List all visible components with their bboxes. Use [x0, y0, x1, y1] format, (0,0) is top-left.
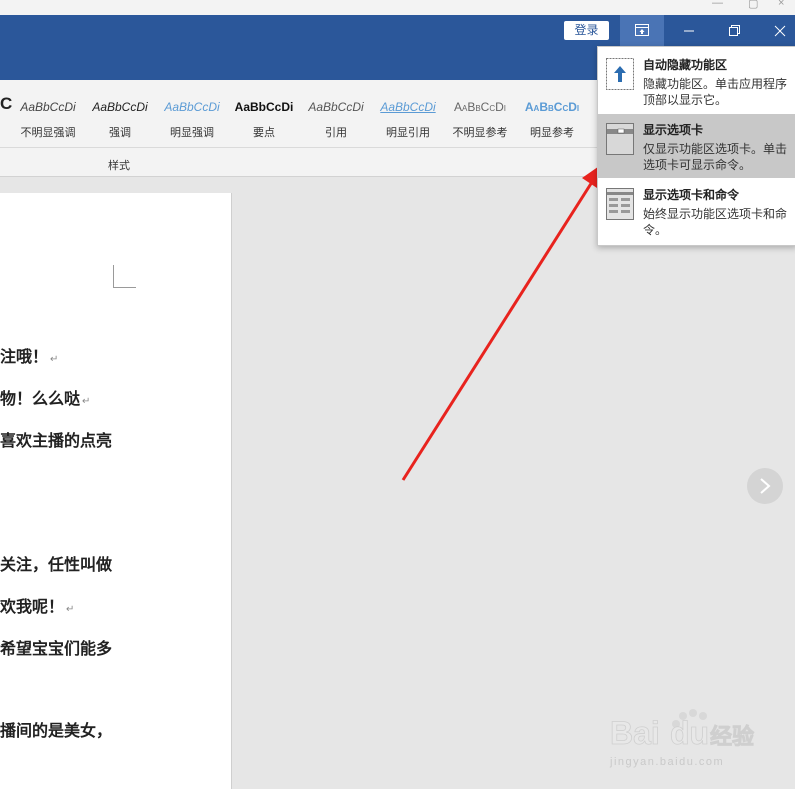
- svg-text:经验: 经验: [710, 724, 754, 750]
- svg-text:Bai: Bai: [610, 715, 660, 751]
- watermark-domain: jingyan.baidu.com: [610, 756, 725, 768]
- baidu-jingyan-logo: Bai du 经验: [610, 709, 754, 751]
- menu-item-description: 隐藏功能区。单击应用程序顶部以显示它。: [643, 77, 788, 107]
- menu-item-title: 显示选项卡和命令: [643, 188, 740, 202]
- menu-item-description: 始终显示功能区选项卡和命令。: [643, 207, 788, 237]
- menu-item-show-tabs-and-commands[interactable]: 显示选项卡和命令 始终显示功能区选项卡和命令。: [598, 179, 795, 243]
- menu-item-auto-hide-ribbon[interactable]: 自动隐藏功能区 隐藏功能区。单击应用程序顶部以显示它。: [598, 49, 795, 113]
- menu-item-show-tabs[interactable]: 显示选项卡 仅显示功能区选项卡。单击选项卡可显示命令。: [598, 114, 795, 178]
- menu-item-title: 显示选项卡: [643, 123, 704, 137]
- next-page-button[interactable]: [747, 468, 783, 504]
- baidu-jingyan-watermark: Bai du 经验 jingyan.baidu.com: [610, 704, 790, 776]
- ribbon-display-options-menu: 自动隐藏功能区 隐藏功能区。单击应用程序顶部以显示它。 显示选项卡 仅显示功能区…: [597, 46, 795, 246]
- show-tabs-commands-icon: [606, 188, 634, 220]
- auto-hide-ribbon-icon: [606, 58, 634, 90]
- svg-text:du: du: [670, 715, 709, 751]
- show-tabs-icon: [606, 123, 634, 155]
- menu-item-description: 仅显示功能区选项卡。单击选项卡可显示命令。: [643, 142, 788, 172]
- chevron-right-icon: [760, 478, 771, 494]
- menu-item-title: 自动隐藏功能区: [643, 58, 728, 72]
